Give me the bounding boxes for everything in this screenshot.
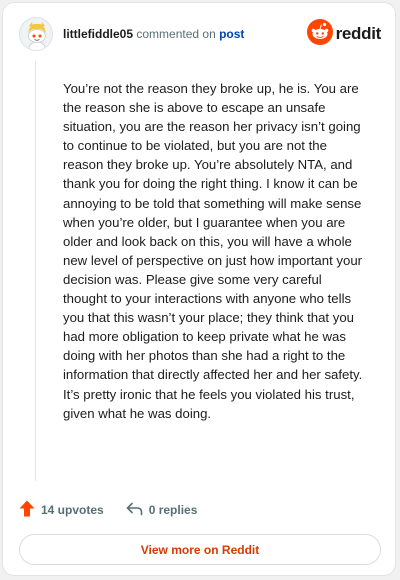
- action-text: commented on: [136, 27, 216, 41]
- comment-actions: 14 upvotes 0 replies: [19, 499, 219, 521]
- comment-body: You’re not the reason they broke up, he …: [63, 81, 363, 421]
- reddit-brand[interactable]: reddit: [306, 18, 382, 50]
- replies-button[interactable]: 0 replies: [126, 502, 198, 519]
- comment-meta: littlefiddle05 commented on post: [63, 27, 244, 41]
- upvote-arrow-icon: [19, 500, 41, 520]
- upvote-button[interactable]: 14 upvotes: [19, 500, 104, 520]
- username[interactable]: littlefiddle05: [63, 27, 133, 41]
- reply-icon: [126, 502, 149, 519]
- snoo-avatar-icon[interactable]: [19, 17, 53, 51]
- reddit-logo-icon: [306, 18, 333, 50]
- comment-card: littlefiddle05 commented on post reddit: [2, 2, 396, 576]
- upvote-count: 14 upvotes: [41, 503, 104, 517]
- view-more-button[interactable]: View more on Reddit: [19, 534, 381, 565]
- comment-header: littlefiddle05 commented on post reddit: [19, 17, 381, 53]
- thread-line: [35, 61, 36, 481]
- reply-count: 0 replies: [148, 503, 198, 517]
- brand-name: reddit: [335, 24, 382, 43]
- post-link[interactable]: post: [219, 27, 244, 41]
